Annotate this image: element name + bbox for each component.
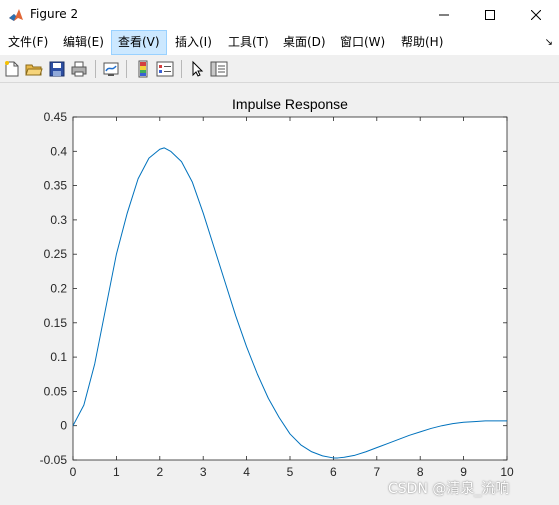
y-tick-label: 0.4 <box>50 144 67 158</box>
menu-help[interactable]: 帮助(H) <box>395 30 449 55</box>
maximize-icon <box>485 10 495 20</box>
print-icon[interactable] <box>70 60 88 78</box>
menu-view[interactable]: 查看(V) <box>111 30 167 55</box>
y-tick-label: -0.05 <box>40 453 68 467</box>
toolbar-separator <box>126 60 127 78</box>
impulse-response-chart[interactable]: Impulse Response 0 1 2 3 4 5 6 7 8 9 10-0.0500.050… <box>0 83 559 505</box>
legend-icon[interactable] <box>156 60 174 78</box>
close-icon <box>531 10 541 20</box>
title-bar: Figure 2 <box>0 0 559 30</box>
menu-bar: 文件(F) 编辑(E) 查看(V) 插入(I) 工具(T) 桌面(D) 窗口(W… <box>0 30 559 55</box>
window-title: Figure 2 <box>30 7 79 21</box>
y-tick-label: 0.25 <box>44 247 68 261</box>
link-plot-icon[interactable] <box>102 60 120 78</box>
y-tick-label: 0.35 <box>44 179 68 193</box>
new-figure-icon[interactable] <box>3 60 21 78</box>
menu-desktop[interactable]: 桌面(D) <box>277 30 332 55</box>
minimize-button[interactable] <box>421 0 467 30</box>
x-tick-label: 8 <box>417 465 424 479</box>
menu-file[interactable]: 文件(F) <box>2 30 54 55</box>
x-tick-label: 9 <box>460 465 467 479</box>
toolbar-separator <box>181 60 182 78</box>
close-button[interactable] <box>513 0 559 30</box>
toolbar-separator <box>95 60 96 78</box>
axes-background <box>72 116 508 461</box>
figure-canvas: Impulse Response 0 1 2 3 4 5 6 7 8 9 10 -0.05 0 0.05 0… <box>0 83 559 505</box>
menu-insert[interactable]: 插入(I) <box>169 30 218 55</box>
matlab-logo-icon <box>8 7 24 23</box>
x-tick-label: 3 <box>200 465 207 479</box>
x-tick-label: 7 <box>373 465 380 479</box>
figure-toolbar <box>0 55 559 83</box>
open-file-icon[interactable] <box>25 60 43 78</box>
y-tick-label: 0 <box>60 419 67 433</box>
x-tick-label: 10 <box>500 465 514 479</box>
pointer-icon[interactable] <box>188 60 206 78</box>
x-tick-label: 0 <box>70 465 77 479</box>
x-tick-label: 5 <box>287 465 294 479</box>
minimize-icon <box>439 14 449 16</box>
menu-window[interactable]: 窗口(W) <box>334 30 391 55</box>
x-tick-label: 2 <box>156 465 163 479</box>
x-tick-label: 4 <box>243 465 250 479</box>
y-tick-label: 0.05 <box>44 384 68 398</box>
dock-arrow-icon[interactable]: ↘ <box>545 37 553 48</box>
y-tick-label: 0.45 <box>44 110 68 124</box>
chart-title: Impulse Response <box>232 96 348 112</box>
y-tick-label: 0.3 <box>50 213 67 227</box>
x-tick-label: 1 <box>113 465 120 479</box>
property-inspector-icon[interactable] <box>210 60 228 78</box>
menu-tools[interactable]: 工具(T) <box>222 30 275 55</box>
x-tick-label: 6 <box>330 465 337 479</box>
save-icon[interactable] <box>48 60 66 78</box>
y-tick-label: 0.2 <box>50 282 67 296</box>
maximize-button[interactable] <box>467 0 513 30</box>
colorbar-icon[interactable] <box>134 60 152 78</box>
y-tick-label: 0.1 <box>50 350 67 364</box>
watermark-text: CSDN @清泉_流响 <box>388 481 510 497</box>
menu-edit[interactable]: 编辑(E) <box>57 30 110 55</box>
y-tick-label: 0.15 <box>44 316 68 330</box>
